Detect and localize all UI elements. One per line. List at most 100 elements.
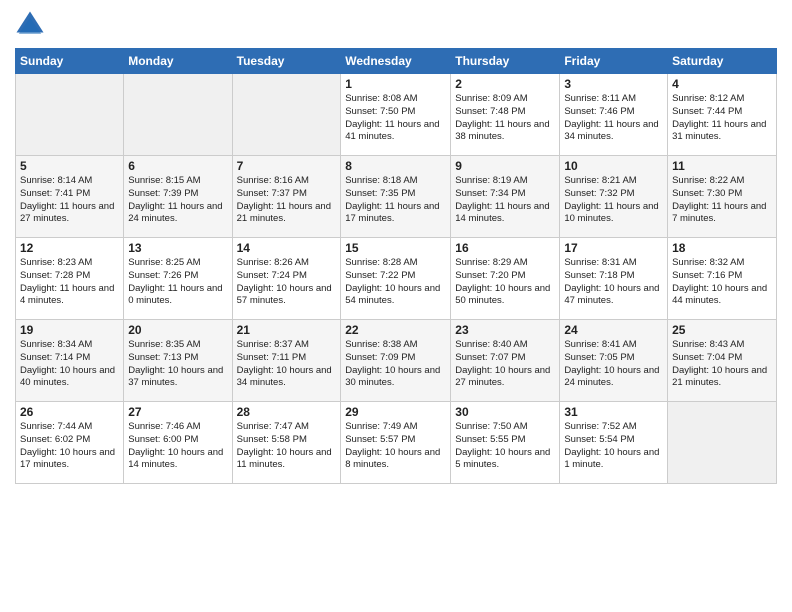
day-info: Sunrise: 7:46 AM Sunset: 6:00 PM Dayligh… bbox=[128, 421, 227, 472]
day-info: Sunrise: 8:19 AM Sunset: 7:34 PM Dayligh… bbox=[455, 175, 555, 226]
day-info: Sunrise: 8:09 AM Sunset: 7:48 PM Dayligh… bbox=[455, 93, 555, 144]
calendar-cell: 5Sunrise: 8:14 AM Sunset: 7:41 PM Daylig… bbox=[16, 156, 124, 238]
calendar-cell: 4 Sunrise: 8:12 AM Sunset: 7:44 PM Daylig… bbox=[668, 74, 777, 156]
calendar-cell bbox=[124, 74, 232, 156]
day-info: Sunrise: 8:25 AM Sunset: 7:26 PM Dayligh… bbox=[128, 257, 227, 308]
calendar-cell: 1Sunrise: 8:08 AM Sunset: 7:50 PM Daylig… bbox=[341, 74, 451, 156]
day-info: Sunrise: 8:35 AM Sunset: 7:13 PM Dayligh… bbox=[128, 339, 227, 390]
calendar-cell: 29 Sunrise: 7:49 AM Sunset: 5:57 PM Dayli… bbox=[341, 402, 451, 484]
day-info: Sunrise: 8:32 AM Sunset: 7:16 PM Dayligh… bbox=[672, 257, 772, 308]
calendar-cell: 20 Sunrise: 8:35 AM Sunset: 7:13 PM Dayli… bbox=[124, 320, 232, 402]
day-info: Sunrise: 7:44 AM Sunset: 6:02 PM Dayligh… bbox=[20, 421, 119, 472]
logo bbox=[15, 10, 49, 40]
day-number: 11 bbox=[672, 159, 772, 173]
calendar-cell: 22 Sunrise: 8:38 AM Sunset: 7:09 PM Dayli… bbox=[341, 320, 451, 402]
day-info: Sunrise: 8:38 AM Sunset: 7:09 PM Dayligh… bbox=[345, 339, 446, 390]
day-number: 4 bbox=[672, 77, 772, 91]
calendar-cell: 9 Sunrise: 8:19 AM Sunset: 7:34 PM Daylig… bbox=[451, 156, 560, 238]
day-number: 29 bbox=[345, 405, 446, 419]
calendar-cell: 17 Sunrise: 8:31 AM Sunset: 7:18 PM Dayli… bbox=[560, 238, 668, 320]
page-header bbox=[15, 10, 777, 40]
day-number: 19 bbox=[20, 323, 119, 337]
day-info: Sunrise: 7:52 AM Sunset: 5:54 PM Dayligh… bbox=[564, 421, 663, 472]
calendar-cell: 30 Sunrise: 7:50 AM Sunset: 5:55 PM Dayli… bbox=[451, 402, 560, 484]
calendar-cell: 3 Sunrise: 8:11 AM Sunset: 7:46 PM Daylig… bbox=[560, 74, 668, 156]
day-number: 18 bbox=[672, 241, 772, 255]
page-container: SundayMondayTuesdayWednesdayThursdayFrid… bbox=[0, 0, 792, 612]
calendar-header: SundayMondayTuesdayWednesdayThursdayFrid… bbox=[16, 49, 777, 74]
weekday-header: Wednesday bbox=[341, 49, 451, 74]
calendar-cell: 2 Sunrise: 8:09 AM Sunset: 7:48 PM Daylig… bbox=[451, 74, 560, 156]
day-number: 22 bbox=[345, 323, 446, 337]
day-info: Sunrise: 8:15 AM Sunset: 7:39 PM Dayligh… bbox=[128, 175, 227, 226]
weekday-header: Sunday bbox=[16, 49, 124, 74]
calendar-cell: 15Sunrise: 8:28 AM Sunset: 7:22 PM Dayli… bbox=[341, 238, 451, 320]
day-number: 31 bbox=[564, 405, 663, 419]
calendar-cell: 12 Sunrise: 8:23 AM Sunset: 7:28 PM Dayli… bbox=[16, 238, 124, 320]
day-number: 2 bbox=[455, 77, 555, 91]
day-number: 14 bbox=[237, 241, 337, 255]
day-info: Sunrise: 8:11 AM Sunset: 7:46 PM Dayligh… bbox=[564, 93, 663, 144]
day-info: Sunrise: 8:40 AM Sunset: 7:07 PM Dayligh… bbox=[455, 339, 555, 390]
calendar-cell: 10Sunrise: 8:21 AM Sunset: 7:32 PM Dayli… bbox=[560, 156, 668, 238]
day-number: 28 bbox=[237, 405, 337, 419]
day-info: Sunrise: 8:26 AM Sunset: 7:24 PM Dayligh… bbox=[237, 257, 337, 308]
day-info: Sunrise: 8:29 AM Sunset: 7:20 PM Dayligh… bbox=[455, 257, 555, 308]
day-number: 20 bbox=[128, 323, 227, 337]
calendar-cell: 14 Sunrise: 8:26 AM Sunset: 7:24 PM Dayli… bbox=[232, 238, 341, 320]
day-number: 24 bbox=[564, 323, 663, 337]
weekday-header: Friday bbox=[560, 49, 668, 74]
weekday-row: SundayMondayTuesdayWednesdayThursdayFrid… bbox=[16, 49, 777, 74]
day-info: Sunrise: 8:43 AM Sunset: 7:04 PM Dayligh… bbox=[672, 339, 772, 390]
day-number: 25 bbox=[672, 323, 772, 337]
calendar-cell: 8 Sunrise: 8:18 AM Sunset: 7:35 PM Daylig… bbox=[341, 156, 451, 238]
calendar-cell bbox=[232, 74, 341, 156]
day-number: 9 bbox=[455, 159, 555, 173]
day-info: Sunrise: 7:50 AM Sunset: 5:55 PM Dayligh… bbox=[455, 421, 555, 472]
calendar-cell: 31 Sunrise: 7:52 AM Sunset: 5:54 PM Dayli… bbox=[560, 402, 668, 484]
calendar-cell: 25 Sunrise: 8:43 AM Sunset: 7:04 PM Dayli… bbox=[668, 320, 777, 402]
calendar-cell: 24 Sunrise: 8:41 AM Sunset: 7:05 PM Dayli… bbox=[560, 320, 668, 402]
day-number: 27 bbox=[128, 405, 227, 419]
day-info: Sunrise: 8:12 AM Sunset: 7:44 PM Dayligh… bbox=[672, 93, 772, 144]
day-number: 17 bbox=[564, 241, 663, 255]
day-info: Sunrise: 7:49 AM Sunset: 5:57 PM Dayligh… bbox=[345, 421, 446, 472]
calendar-cell: 27 Sunrise: 7:46 AM Sunset: 6:00 PM Dayli… bbox=[124, 402, 232, 484]
calendar-cell bbox=[16, 74, 124, 156]
day-info: Sunrise: 8:08 AM Sunset: 7:50 PM Dayligh… bbox=[345, 93, 446, 144]
calendar-cell: 21 Sunrise: 8:37 AM Sunset: 7:11 PM Dayli… bbox=[232, 320, 341, 402]
day-number: 5 bbox=[20, 159, 119, 173]
week-row: 26Sunrise: 7:44 AM Sunset: 6:02 PM Dayli… bbox=[16, 402, 777, 484]
calendar-cell: 11 Sunrise: 8:22 AM Sunset: 7:30 PM Dayli… bbox=[668, 156, 777, 238]
day-number: 30 bbox=[455, 405, 555, 419]
calendar-cell: 7Sunrise: 8:16 AM Sunset: 7:37 PM Daylig… bbox=[232, 156, 341, 238]
day-info: Sunrise: 8:41 AM Sunset: 7:05 PM Dayligh… bbox=[564, 339, 663, 390]
day-info: Sunrise: 8:21 AM Sunset: 7:32 PM Dayligh… bbox=[564, 175, 663, 226]
day-info: Sunrise: 8:22 AM Sunset: 7:30 PM Dayligh… bbox=[672, 175, 772, 226]
day-number: 12 bbox=[20, 241, 119, 255]
week-row: 12 Sunrise: 8:23 AM Sunset: 7:28 PM Dayli… bbox=[16, 238, 777, 320]
logo-icon bbox=[15, 10, 45, 40]
day-info: Sunrise: 7:47 AM Sunset: 5:58 PM Dayligh… bbox=[237, 421, 337, 472]
day-info: Sunrise: 8:18 AM Sunset: 7:35 PM Dayligh… bbox=[345, 175, 446, 226]
day-number: 13 bbox=[128, 241, 227, 255]
day-number: 3 bbox=[564, 77, 663, 91]
day-info: Sunrise: 8:31 AM Sunset: 7:18 PM Dayligh… bbox=[564, 257, 663, 308]
day-info: Sunrise: 8:23 AM Sunset: 7:28 PM Dayligh… bbox=[20, 257, 119, 308]
calendar-cell bbox=[668, 402, 777, 484]
day-number: 16 bbox=[455, 241, 555, 255]
calendar-cell: 19 Sunrise: 8:34 AM Sunset: 7:14 PM Dayli… bbox=[16, 320, 124, 402]
calendar-cell: 13 Sunrise: 8:25 AM Sunset: 7:26 PM Dayli… bbox=[124, 238, 232, 320]
weekday-header: Saturday bbox=[668, 49, 777, 74]
day-info: Sunrise: 8:16 AM Sunset: 7:37 PM Dayligh… bbox=[237, 175, 337, 226]
day-number: 21 bbox=[237, 323, 337, 337]
calendar-cell: 18 Sunrise: 8:32 AM Sunset: 7:16 PM Dayli… bbox=[668, 238, 777, 320]
day-number: 23 bbox=[455, 323, 555, 337]
week-row: 1Sunrise: 8:08 AM Sunset: 7:50 PM Daylig… bbox=[16, 74, 777, 156]
day-info: Sunrise: 8:37 AM Sunset: 7:11 PM Dayligh… bbox=[237, 339, 337, 390]
calendar-cell: 6Sunrise: 8:15 AM Sunset: 7:39 PM Daylig… bbox=[124, 156, 232, 238]
day-info: Sunrise: 8:34 AM Sunset: 7:14 PM Dayligh… bbox=[20, 339, 119, 390]
calendar-table: SundayMondayTuesdayWednesdayThursdayFrid… bbox=[15, 48, 777, 484]
day-number: 8 bbox=[345, 159, 446, 173]
week-row: 19 Sunrise: 8:34 AM Sunset: 7:14 PM Dayli… bbox=[16, 320, 777, 402]
